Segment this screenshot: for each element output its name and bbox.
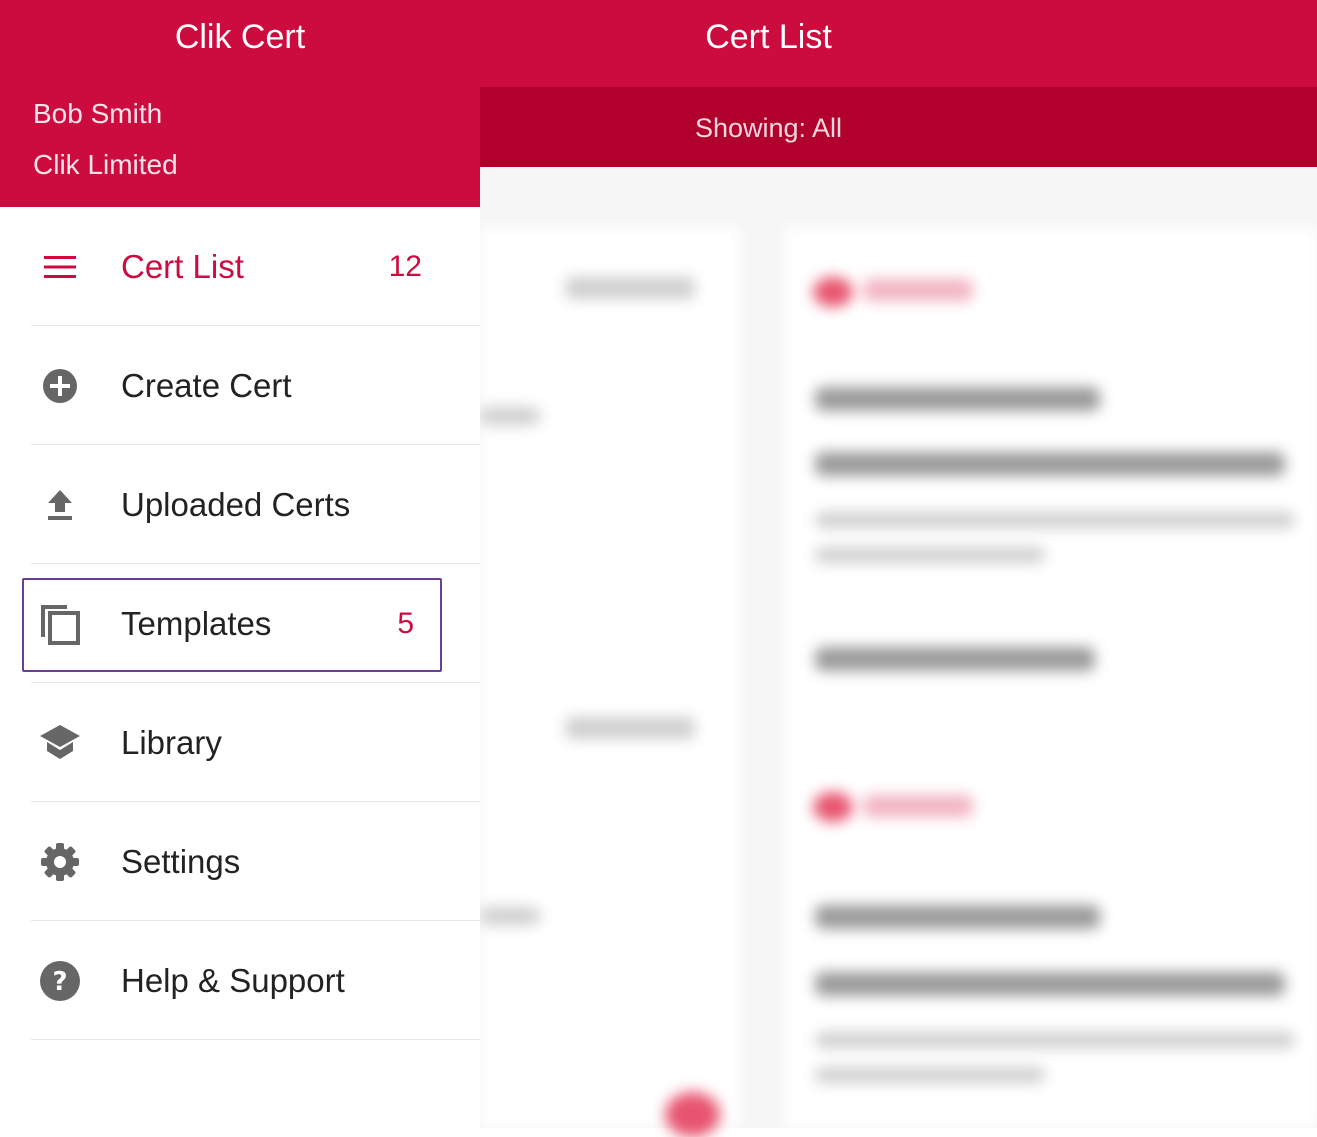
nav-item-help-support[interactable]: ? Help & Support bbox=[0, 921, 480, 1040]
nav-item-label: Help & Support bbox=[121, 961, 345, 999]
gear-icon bbox=[38, 840, 82, 884]
nav-item-label: Uploaded Certs bbox=[121, 485, 351, 523]
filter-label: Showing: All bbox=[694, 113, 843, 143]
nav-item-label: Create Cert bbox=[121, 366, 292, 404]
navigation-drawer: Clik Cert Bob Smith Clik Limited Cert Li… bbox=[0, 0, 480, 1128]
school-icon bbox=[38, 721, 82, 765]
app-title: Clik Cert bbox=[174, 18, 306, 56]
nav-item-create-cert[interactable]: Create Cert bbox=[0, 326, 480, 445]
nav-item-label: Cert List bbox=[121, 247, 244, 285]
nav-item-label: Settings bbox=[121, 842, 241, 880]
nav-item-settings[interactable]: Settings bbox=[0, 802, 480, 921]
blurred-left-column bbox=[480, 227, 740, 1137]
upload-icon bbox=[38, 483, 82, 527]
cert-count-badge: 12 bbox=[388, 249, 422, 283]
copy-icon bbox=[38, 602, 82, 646]
help-icon: ? bbox=[38, 959, 82, 1003]
filter-bar[interactable]: Showing: All bbox=[480, 87, 1317, 167]
drawer-header: Clik Cert Bob Smith Clik Limited bbox=[0, 0, 480, 207]
templates-count-badge: 5 bbox=[397, 606, 414, 640]
nav-item-templates[interactable]: Templates 5 bbox=[0, 564, 480, 683]
company-name: Clik Limited bbox=[33, 149, 178, 180]
svg-text:?: ? bbox=[52, 967, 67, 997]
blurred-right-column bbox=[785, 227, 1317, 1128]
nav-item-label: Templates bbox=[121, 604, 272, 642]
page-title: Cert List bbox=[705, 18, 832, 56]
user-name: Bob Smith bbox=[33, 98, 163, 129]
menu-icon bbox=[38, 245, 82, 289]
blurred-cert-list bbox=[480, 167, 1317, 1137]
nav-item-label: Library bbox=[121, 723, 222, 761]
cert-list-screen: Cert List Showing: All bbox=[480, 0, 1317, 1137]
nav-item-library[interactable]: Library bbox=[0, 683, 480, 802]
add-circle-icon bbox=[38, 364, 82, 408]
top-app-bar: Cert List bbox=[480, 0, 1317, 87]
nav-list: Cert List 12 Create Cert Uploaded Certs … bbox=[0, 207, 480, 1040]
nav-item-cert-list[interactable]: Cert List 12 bbox=[0, 207, 480, 326]
nav-item-uploaded-certs[interactable]: Uploaded Certs bbox=[0, 445, 480, 564]
